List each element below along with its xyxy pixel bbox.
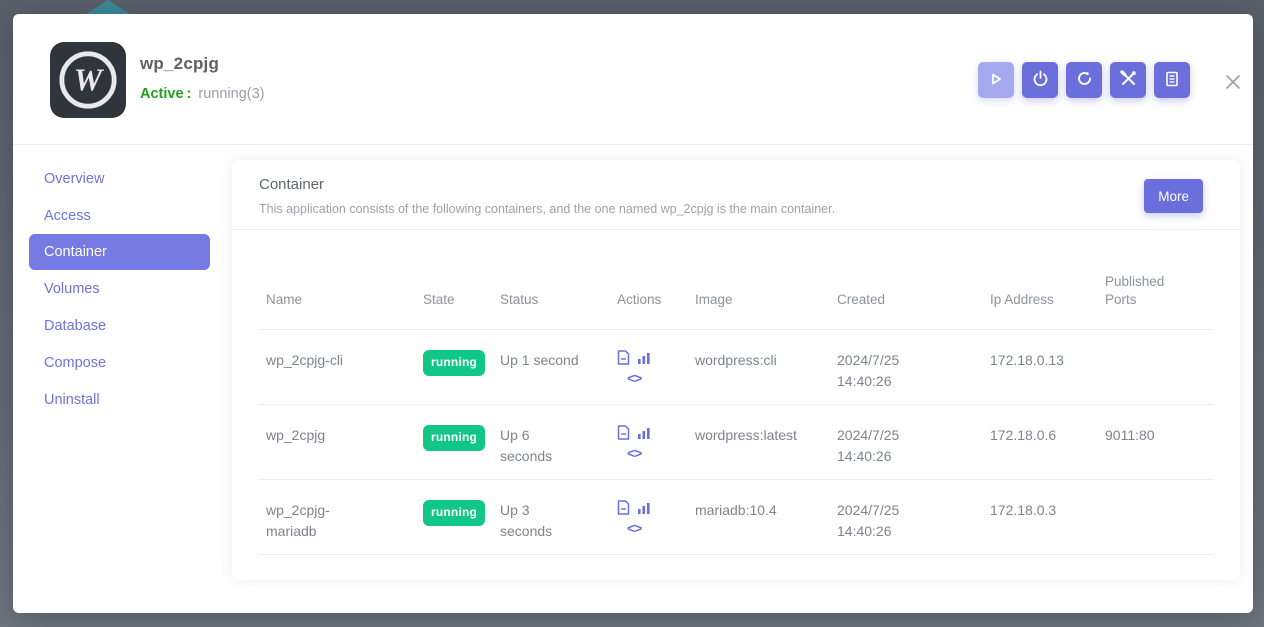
status-label: Active (140, 86, 184, 102)
terminal-icon[interactable]: <> (627, 443, 688, 464)
panel-header: Container This application consists of t… (232, 160, 1240, 230)
refresh-icon (1076, 70, 1093, 90)
tools-icon (1120, 70, 1137, 90)
log-icon (1164, 71, 1180, 90)
terminal-icon[interactable]: <> (627, 518, 688, 539)
table-row: wp_2cpjg-cli running Up 1 second <> word… (259, 330, 1213, 405)
col-header-state: State (416, 291, 493, 329)
play-icon (988, 71, 1004, 90)
status-badge: running (423, 500, 485, 526)
cell-ip: 172.18.0.13 (983, 330, 1098, 404)
wordpress-logo: W (50, 42, 126, 118)
stats-icon[interactable] (637, 426, 651, 440)
cell-created: 2024/7/25 14:40:26 (830, 330, 927, 404)
sidebar-item-container[interactable]: Container (29, 234, 210, 270)
col-header-status: Status (493, 291, 610, 329)
sidebar: Overview Access Container Volumes Databa… (13, 160, 232, 418)
cell-created: 2024/7/25 14:40:26 (830, 405, 927, 479)
log-file-icon[interactable] (617, 425, 630, 440)
stop-button[interactable] (1022, 62, 1058, 98)
row-actions: <> (617, 425, 688, 464)
table-row: wp_2cpjg-mariadb running Up 3 seconds <>… (259, 480, 1213, 555)
cell-status: Up 3 seconds (493, 480, 584, 554)
sidebar-item-database[interactable]: Database (13, 307, 232, 344)
cell-ip: 172.18.0.3 (983, 480, 1098, 554)
cell-name: wp_2cpjg (259, 405, 379, 479)
cell-ip: 172.18.0.6 (983, 405, 1098, 479)
cell-ports (1098, 480, 1213, 554)
table-bottom-spacer (259, 555, 1213, 580)
cell-image: wordpress:latest (688, 405, 830, 479)
row-actions: <> (617, 350, 688, 389)
cell-image: mariadb:10.4 (688, 480, 830, 554)
cell-name: wp_2cpjg-mariadb (259, 480, 379, 554)
cell-name: wp_2cpjg-cli (259, 330, 379, 404)
cell-ports (1098, 330, 1213, 404)
col-header-created: Created (830, 291, 983, 329)
close-icon[interactable] (1222, 71, 1244, 93)
col-header-ip: Ip Address (983, 291, 1098, 329)
log-file-icon[interactable] (617, 350, 630, 365)
logs-button[interactable] (1154, 62, 1190, 98)
stats-icon[interactable] (637, 501, 651, 515)
cell-ports: 9011:80 (1098, 405, 1213, 479)
cell-created: 2024/7/25 14:40:26 (830, 480, 927, 554)
restart-button[interactable] (1066, 62, 1102, 98)
background-app-logo (86, 0, 130, 14)
status-badge: running (423, 350, 485, 376)
sidebar-item-uninstall[interactable]: Uninstall (13, 381, 232, 418)
cell-status: Up 6 seconds (493, 405, 584, 479)
cell-image: wordpress:cli (688, 330, 830, 404)
more-button[interactable]: More (1144, 179, 1203, 213)
row-actions: <> (617, 500, 688, 539)
panel-description: This application consists of the followi… (259, 202, 835, 216)
params-button[interactable] (1110, 62, 1146, 98)
sidebar-item-compose[interactable]: Compose (13, 344, 232, 381)
col-header-ports: Published Ports (1098, 273, 1178, 329)
app-status: Active: running(3) (140, 86, 265, 102)
table-row: wp_2cpjg running Up 6 seconds <> wordpre… (259, 405, 1213, 480)
status-badge: running (423, 425, 485, 451)
sidebar-item-overview[interactable]: Overview (13, 160, 232, 197)
col-header-actions: Actions (610, 291, 688, 329)
modal-header: W wp_2cpjg Active: running(3) (13, 14, 1253, 145)
cell-status: Up 1 second (493, 330, 584, 404)
container-panel: Container This application consists of t… (232, 160, 1240, 580)
container-table: Name State Status Actions Image Created … (259, 230, 1213, 580)
header-action-buttons (978, 62, 1190, 98)
log-file-icon[interactable] (617, 500, 630, 515)
power-icon (1032, 70, 1049, 90)
start-button[interactable] (978, 62, 1014, 98)
table-header-row: Name State Status Actions Image Created … (259, 230, 1213, 330)
panel-title: Container (259, 176, 324, 193)
app-title: wp_2cpjg (140, 54, 219, 74)
sidebar-item-volumes[interactable]: Volumes (13, 270, 232, 307)
stats-icon[interactable] (637, 351, 651, 365)
sidebar-item-access[interactable]: Access (13, 197, 232, 234)
app-detail-modal: W wp_2cpjg Active: running(3) (13, 14, 1253, 613)
svg-text:W: W (74, 63, 105, 98)
col-header-image: Image (688, 291, 830, 329)
status-value: running(3) (198, 86, 264, 102)
col-header-name: Name (259, 291, 416, 329)
terminal-icon[interactable]: <> (627, 368, 688, 389)
